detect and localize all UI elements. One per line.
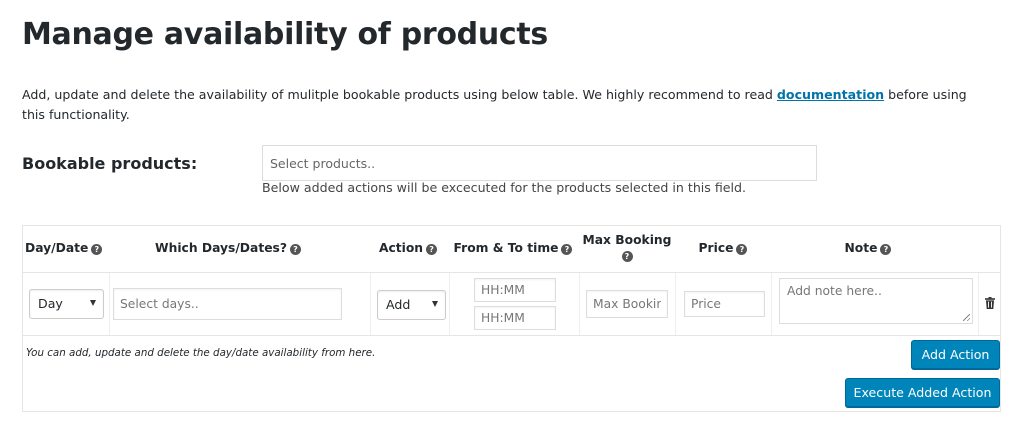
column-divider xyxy=(449,273,450,335)
resize-handle-icon[interactable] xyxy=(963,314,970,321)
header-from-to-label: From & To time xyxy=(453,241,559,255)
chevron-down-icon xyxy=(90,300,96,306)
price-input[interactable] xyxy=(684,291,765,317)
day-date-select-value: Day xyxy=(38,296,63,311)
from-time-input[interactable] xyxy=(474,278,556,302)
column-divider xyxy=(675,273,676,335)
help-circle-icon[interactable]: ? xyxy=(621,251,633,262)
table-footer-note: You can add, update and delete the day/d… xyxy=(26,347,376,359)
header-price: Price? xyxy=(683,241,763,255)
bookable-products-help: Below added actions will be excecuted fo… xyxy=(262,180,747,195)
chevron-down-icon xyxy=(432,301,438,307)
column-divider xyxy=(771,273,772,335)
header-which-days: Which Days/Dates?? xyxy=(113,241,343,255)
intro-text: Add, update and delete the availability … xyxy=(22,85,982,125)
column-divider xyxy=(579,273,580,335)
intro-text-start: Add, update and delete the availability … xyxy=(22,87,777,102)
header-divider xyxy=(23,272,1000,273)
header-action-label: Action xyxy=(378,241,424,255)
header-action: Action? xyxy=(373,241,443,255)
column-divider xyxy=(978,273,979,335)
page-title: Manage availability of products xyxy=(22,17,548,52)
header-price-label: Price xyxy=(698,241,734,255)
header-day-date: Day/Date? xyxy=(25,241,105,255)
documentation-link[interactable]: documentation xyxy=(777,87,884,102)
note-textarea[interactable] xyxy=(779,278,973,324)
column-divider xyxy=(109,273,110,335)
help-circle-icon[interactable]: ? xyxy=(290,244,301,255)
header-note-label: Note xyxy=(844,241,878,255)
help-circle-icon[interactable]: ? xyxy=(736,244,748,255)
header-from-to: From & To time? xyxy=(453,241,573,255)
bookable-products-input[interactable] xyxy=(262,145,817,181)
header-day-date-label: Day/Date xyxy=(25,241,89,255)
help-circle-icon[interactable]: ? xyxy=(880,244,892,255)
help-circle-icon[interactable]: ? xyxy=(91,244,103,255)
header-max-booking: Max Booking ? xyxy=(579,233,675,263)
row-divider xyxy=(23,335,1000,336)
header-max-booking-label: Max Booking xyxy=(582,233,672,247)
max-booking-input[interactable] xyxy=(586,290,668,318)
header-which-days-label: Which Days/Dates? xyxy=(155,241,287,255)
help-circle-icon[interactable]: ? xyxy=(561,244,573,255)
which-days-input[interactable] xyxy=(113,288,342,320)
add-action-button[interactable]: Add Action xyxy=(911,340,1000,369)
trash-icon[interactable] xyxy=(985,297,995,309)
bookable-products-label: Bookable products: xyxy=(22,154,198,173)
action-select[interactable]: Add xyxy=(377,290,446,320)
availability-table: Day/Date? Which Days/Dates?? Action? Fro… xyxy=(22,225,1001,412)
column-divider xyxy=(370,273,371,335)
to-time-input[interactable] xyxy=(474,306,556,330)
action-select-value: Add xyxy=(386,297,411,312)
day-date-select[interactable]: Day xyxy=(29,289,104,319)
header-note: Note? xyxy=(813,241,923,255)
help-circle-icon[interactable]: ? xyxy=(426,244,438,255)
execute-added-action-button[interactable]: Execute Added Action xyxy=(845,378,1000,407)
